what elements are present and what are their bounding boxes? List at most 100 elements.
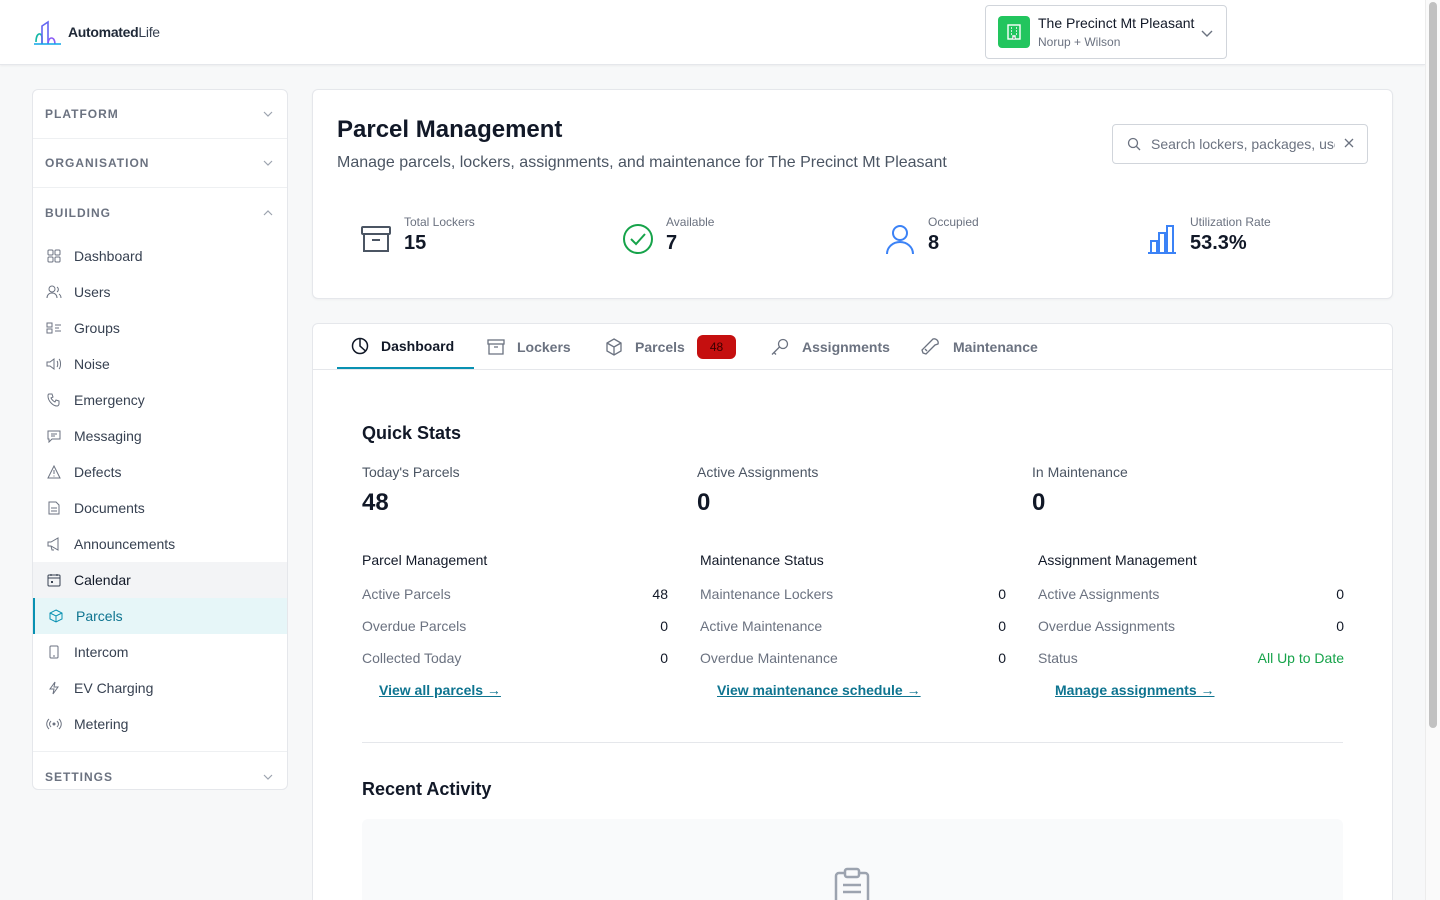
tab-label: Parcels — [635, 338, 685, 355]
sidebar-item-label: Noise — [74, 356, 110, 372]
page-title: Parcel Management — [337, 116, 563, 143]
signal-icon — [46, 716, 62, 732]
sidebar-item-defects[interactable]: Defects — [33, 454, 287, 490]
panel-assignment-management: Assignment Management Active Assignments… — [1038, 552, 1344, 698]
view-all-parcels-link[interactable]: View all parcels → — [379, 682, 501, 698]
recent-activity-title: Recent Activity — [362, 779, 492, 799]
row-label: Status — [1038, 650, 1078, 666]
sidebar-item-documents[interactable]: Documents — [33, 490, 287, 526]
status-value: All Up to Date — [1257, 650, 1344, 666]
mobile-icon — [46, 644, 62, 660]
section-platform[interactable]: PLATFORM — [33, 90, 287, 139]
tab-bar: Dashboard Lockers Parcels 48 Assignments… — [313, 324, 1392, 370]
row-label: Overdue Parcels — [362, 618, 467, 634]
tab-label: Assignments — [802, 338, 890, 355]
sidebar-item-emergency[interactable]: Emergency — [33, 382, 287, 418]
archive-icon — [358, 221, 394, 257]
parcels-count-badge: 48 — [696, 334, 737, 359]
logo[interactable]: AutomatedLife — [33, 18, 160, 46]
sidebar-item-label: Messaging — [74, 428, 142, 444]
tab-parcels[interactable]: Parcels 48 — [605, 324, 737, 369]
tab-lockers[interactable]: Lockers — [487, 324, 571, 369]
sidebar-item-label: Defects — [74, 464, 122, 480]
speaker-icon — [46, 356, 62, 372]
clipboard-icon — [834, 867, 870, 900]
section-settings[interactable]: SETTINGS — [33, 752, 287, 801]
users-icon — [46, 284, 62, 300]
sidebar-item-parcels[interactable]: Parcels — [33, 598, 287, 634]
logo-text: AutomatedLife — [68, 24, 160, 40]
search-input[interactable]: Search lockers, packages, users... — [1112, 124, 1368, 164]
sidebar-item-metering[interactable]: Metering — [33, 706, 287, 742]
bar-chart-icon — [1144, 221, 1180, 257]
sidebar-item-noise[interactable]: Noise — [33, 346, 287, 382]
sidebar-item-ev-charging[interactable]: EV Charging — [33, 670, 287, 706]
lightning-icon — [46, 680, 62, 696]
sidebar-item-groups[interactable]: Groups — [33, 310, 287, 346]
sidebar-item-label: Emergency — [74, 392, 145, 408]
section-organisation[interactable]: ORGANISATION — [33, 139, 287, 188]
sidebar-item-label: Dashboard — [74, 248, 143, 264]
tab-label: Lockers — [517, 338, 571, 355]
close-icon[interactable] — [1343, 137, 1355, 149]
search-icon — [1127, 137, 1141, 151]
panel-row: Active Assignments 0 — [1038, 586, 1344, 618]
scrollbar[interactable] — [1425, 0, 1440, 900]
megaphone-icon — [46, 536, 62, 552]
stat-available: Available 7 — [620, 214, 714, 257]
top-bar: AutomatedLife The Precinct Mt Pleasant N… — [0, 0, 1425, 65]
quick-stat-value: 48 — [362, 489, 389, 516]
row-value: 0 — [660, 650, 668, 666]
sidebar-item-announcements[interactable]: Announcements — [33, 526, 287, 562]
stat-value: 15 — [404, 232, 427, 254]
quick-stat-in-maintenance: In Maintenance 0 — [1032, 464, 1128, 517]
row-value: 0 — [1336, 586, 1344, 602]
sidebar-item-label: Documents — [74, 500, 145, 516]
quick-stat-value: 0 — [1032, 489, 1046, 516]
scrollbar-thumb[interactable] — [1429, 2, 1437, 728]
sidebar-item-label: Intercom — [74, 644, 129, 660]
grid-icon — [46, 248, 62, 264]
quick-stat-active-assignments: Active Assignments 0 — [697, 464, 818, 517]
groups-icon — [46, 320, 62, 336]
chevron-down-icon — [263, 111, 273, 117]
sidebar-item-label: Calendar — [74, 572, 131, 588]
sidebar: PLATFORM ORGANISATION BUILDING Dashboard… — [32, 89, 288, 790]
section-building[interactable]: BUILDING — [33, 188, 287, 237]
tab-dashboard[interactable]: Dashboard — [337, 324, 474, 369]
panel-title: Maintenance Status — [700, 552, 824, 568]
logo-icon — [34, 20, 61, 45]
row-value: 0 — [998, 618, 1006, 634]
tabs-card: Dashboard Lockers Parcels 48 Assignments… — [312, 323, 1393, 900]
sidebar-item-messaging[interactable]: Messaging — [33, 418, 287, 454]
archive-icon — [487, 338, 505, 355]
manage-assignments-link[interactable]: Manage assignments → — [1055, 682, 1215, 698]
view-maintenance-schedule-link[interactable]: View maintenance schedule → — [717, 682, 921, 698]
sidebar-item-calendar[interactable]: Calendar — [33, 562, 287, 598]
stat-value: 8 — [928, 232, 940, 254]
building-switcher[interactable]: The Precinct Mt Pleasant Norup + Wilson — [985, 5, 1227, 59]
tab-label: Dashboard — [381, 337, 455, 354]
sidebar-item-label: Parcels — [76, 608, 123, 624]
row-value: 0 — [660, 618, 668, 634]
sidebar-item-label: Users — [74, 284, 111, 300]
section-label: SETTINGS — [45, 769, 114, 784]
chevron-down-icon — [263, 160, 273, 166]
sidebar-item-dashboard[interactable]: Dashboard — [33, 238, 287, 274]
document-icon — [46, 500, 62, 516]
panel-row: Status All Up to Date — [1038, 650, 1344, 682]
sidebar-item-label: Announcements — [74, 536, 176, 552]
building-nav: Dashboard Users Groups Noise Emergency M… — [33, 237, 287, 752]
tab-maintenance[interactable]: Maintenance — [921, 324, 1038, 369]
pie-chart-icon — [351, 337, 369, 355]
check-circle-icon — [620, 221, 656, 257]
sidebar-item-intercom[interactable]: Intercom — [33, 634, 287, 670]
section-label: PLATFORM — [45, 107, 119, 121]
chevron-up-icon — [263, 209, 273, 215]
search-placeholder: Search lockers, packages, users... — [1151, 136, 1335, 152]
sidebar-item-label: EV Charging — [74, 680, 154, 696]
sidebar-item-users[interactable]: Users — [33, 274, 287, 310]
row-value: 0 — [998, 586, 1006, 602]
message-icon — [46, 428, 62, 444]
tab-assignments[interactable]: Assignments — [770, 324, 890, 369]
